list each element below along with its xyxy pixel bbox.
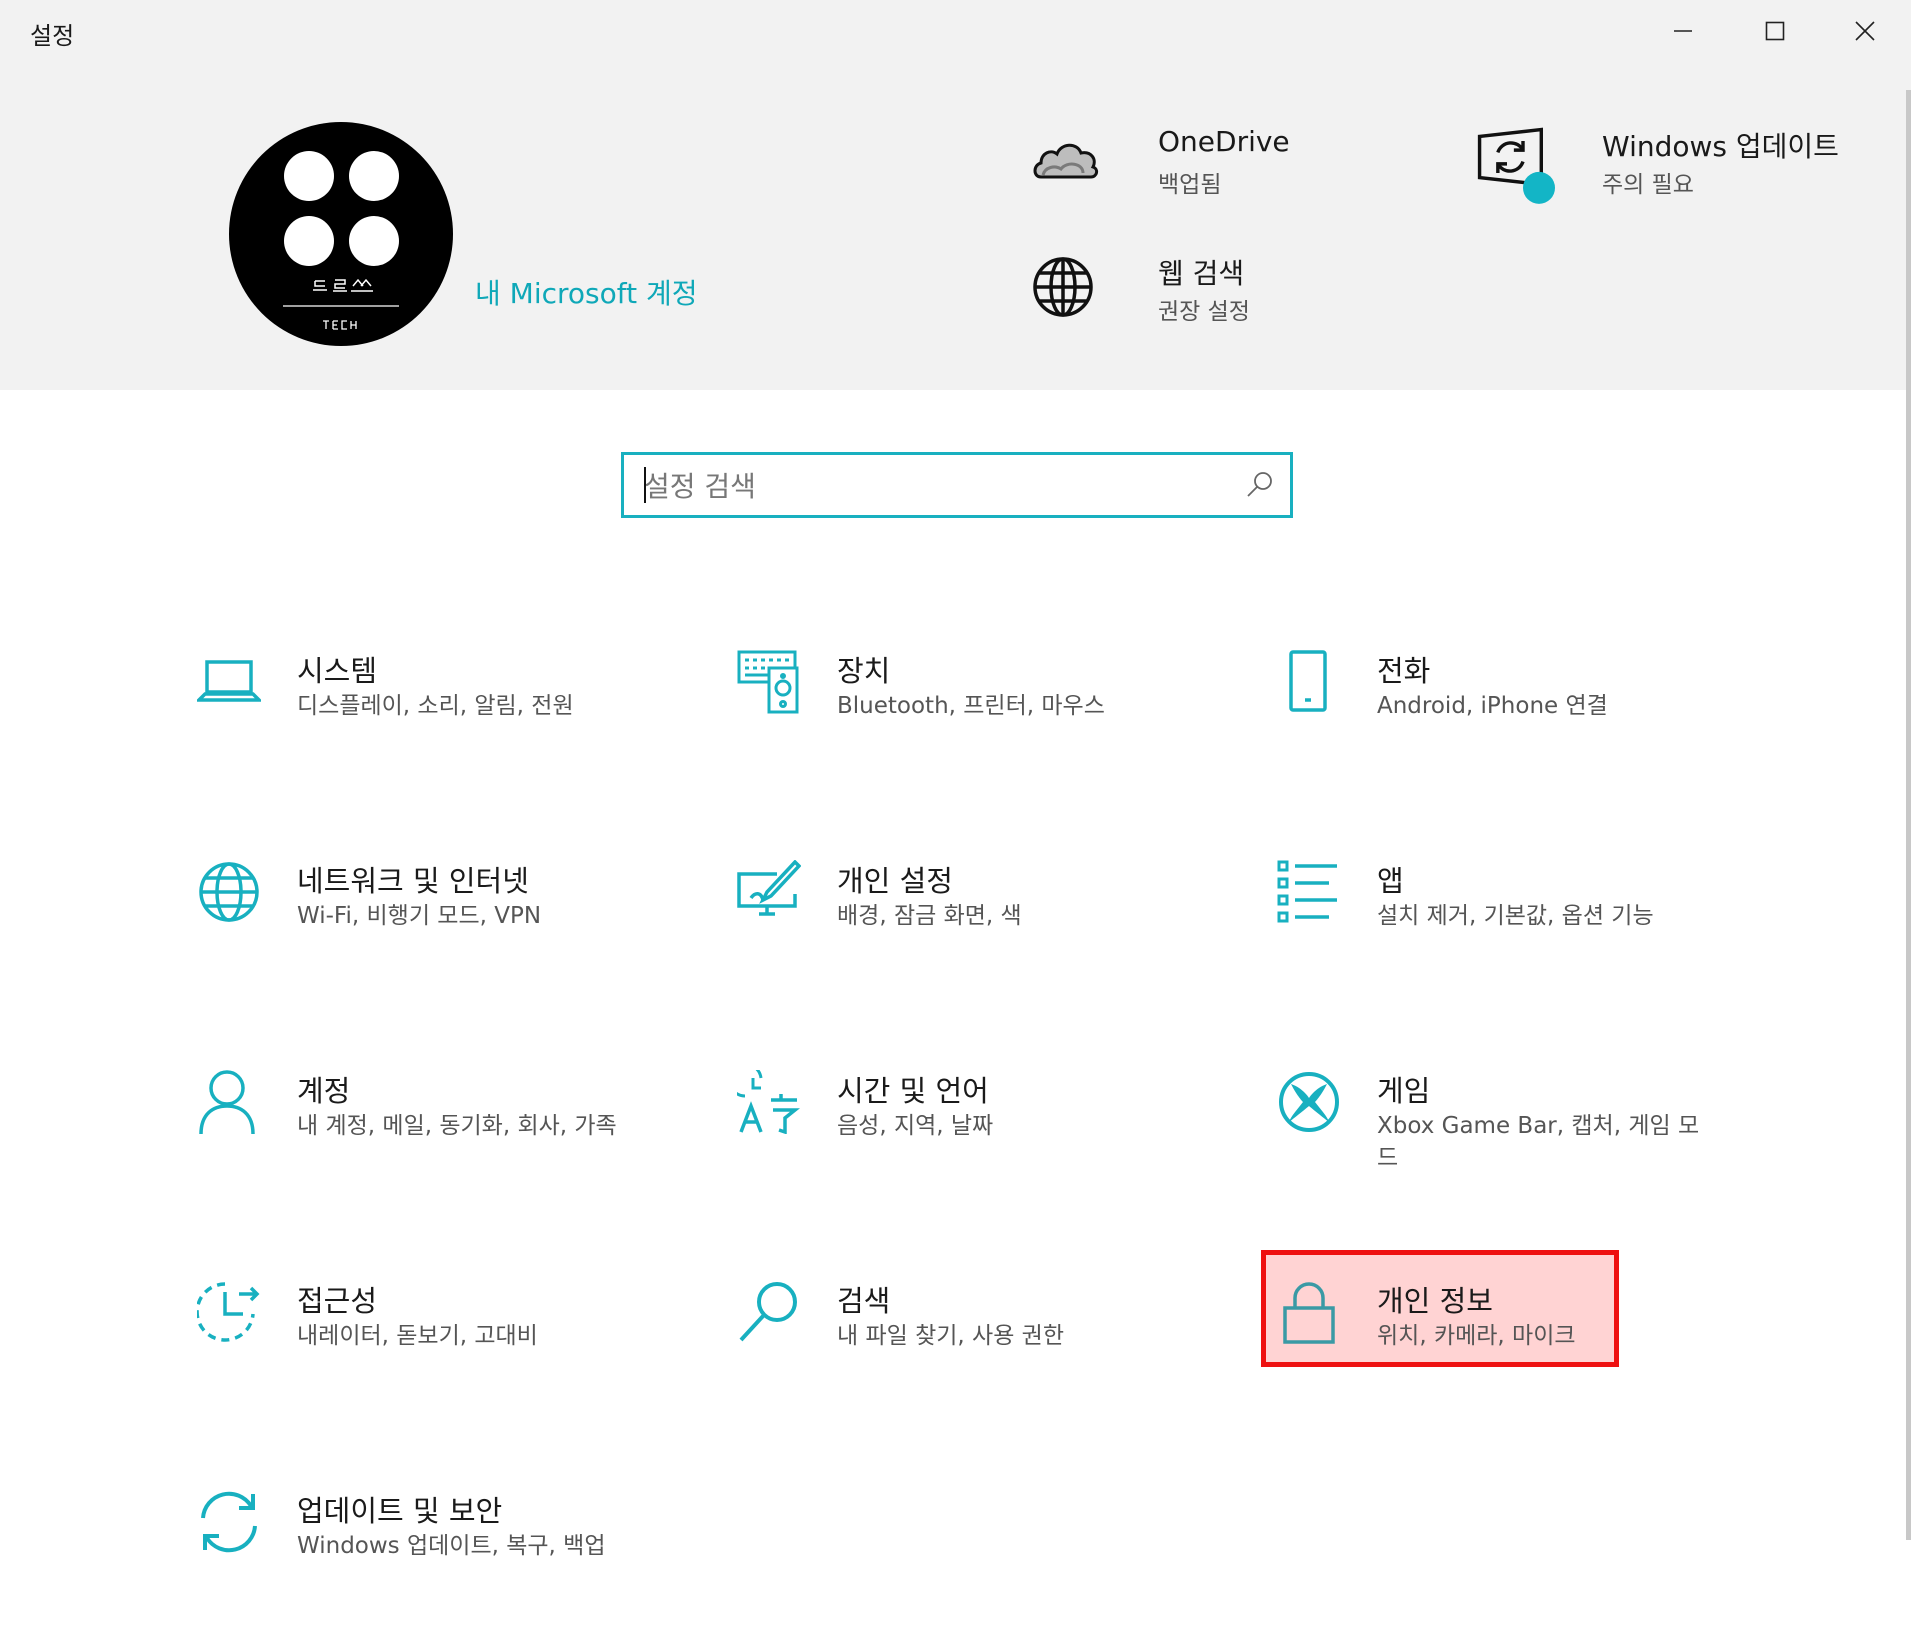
- minimize-button[interactable]: [1637, 0, 1729, 62]
- tile-subtitle: 내 파일 찾기, 사용 권한: [837, 1323, 1064, 1349]
- tile-title: 업데이트 및 보안: [297, 1494, 503, 1528]
- tile-search[interactable]: 검색 내 파일 찾기, 사용 권한: [737, 1278, 1207, 1428]
- tile-personalization[interactable]: 개인 설정 배경, 잠금 화면, 색: [737, 858, 1207, 1008]
- globe-icon: [1033, 257, 1093, 317]
- tile-subtitle: Windows 업데이트, 복구, 백업: [297, 1533, 606, 1559]
- web-search-title: 웹 검색: [1158, 257, 1245, 290]
- tile-title: 접근성: [297, 1284, 378, 1318]
- web-search-status: 권장 설정: [1158, 299, 1250, 325]
- microsoft-account-link[interactable]: 내 Microsoft 계정: [475, 272, 698, 312]
- tile-subtitle: Wi-Fi, 비행기 모드, VPN: [297, 903, 542, 929]
- tile-title: 시스템: [297, 654, 378, 688]
- tile-title: 게임: [1377, 1074, 1431, 1108]
- window-title: 설정: [30, 22, 75, 50]
- tile-system[interactable]: 시스템 디스플레이, 소리, 알림, 전원: [197, 648, 667, 798]
- tile-accessibility[interactable]: 접근성 내레이터, 돋보기, 고대비: [197, 1278, 667, 1428]
- windows-update-status: 주의 필요: [1602, 172, 1694, 198]
- xbox-icon: [1279, 1072, 1339, 1132]
- tile-title: 검색: [837, 1284, 891, 1318]
- tile-title: 개인 설정: [837, 864, 953, 898]
- title-bar: 설정: [0, 0, 1911, 62]
- text-caret: [644, 467, 646, 503]
- update-status-badge: [1523, 171, 1555, 204]
- tile-devices[interactable]: 장치 Bluetooth, 프린터, 마우스: [737, 648, 1207, 798]
- tile-title: 계정: [297, 1074, 351, 1108]
- tile-subtitle: Android, iPhone 연결: [1377, 693, 1608, 719]
- tile-gaming[interactable]: 게임 Xbox Game Bar, 캡처, 게임 모드: [1277, 1068, 1747, 1218]
- windows-update-icon: [1477, 127, 1555, 204]
- profile-logo-icon: [283, 151, 399, 330]
- tile-title: 네트워크 및 인터넷: [297, 864, 529, 898]
- cloud-icon: [1033, 143, 1099, 179]
- tile-subtitle: 음성, 지역, 날짜: [837, 1113, 994, 1139]
- tile-subtitle: 내 계정, 메일, 동기화, 회사, 가족: [297, 1113, 617, 1139]
- onedrive-status: 백업됨: [1158, 172, 1222, 198]
- close-button[interactable]: [1819, 0, 1911, 62]
- tile-subtitle: 위치, 카메라, 마이크: [1377, 1323, 1576, 1349]
- person-icon: [199, 1070, 255, 1134]
- laptop-icon: [197, 660, 261, 702]
- tile-subtitle: 배경, 잠금 화면, 색: [837, 903, 1022, 929]
- tile-apps[interactable]: 앱 설치 제거, 기본값, 옵션 기능: [1277, 858, 1747, 1008]
- windows-update-title: Windows 업데이트: [1602, 130, 1839, 163]
- tile-subtitle: Bluetooth, 프린터, 마우스: [837, 693, 1105, 719]
- tile-privacy[interactable]: 개인 정보 위치, 카메라, 마이크: [1277, 1278, 1747, 1428]
- keyboard-speaker-icon: [737, 650, 799, 714]
- app-list-icon: [1277, 860, 1337, 923]
- globe-icon: [199, 862, 259, 922]
- tile-title: 시간 및 언어: [837, 1074, 989, 1108]
- maximize-button[interactable]: [1729, 0, 1821, 62]
- ease-of-access-icon: [197, 1282, 260, 1342]
- maximize-icon: [1765, 21, 1785, 41]
- tile-network[interactable]: 네트워크 및 인터넷 Wi-Fi, 비행기 모드, VPN: [197, 858, 667, 1008]
- tile-accounts[interactable]: 계정 내 계정, 메일, 동기화, 회사, 가족: [197, 1068, 667, 1218]
- settings-search[interactable]: [621, 452, 1293, 518]
- close-icon: [1855, 21, 1875, 41]
- scrollbar[interactable]: [1906, 90, 1911, 1540]
- tile-phone[interactable]: 전화 Android, iPhone 연결: [1277, 648, 1747, 798]
- tile-subtitle: 설치 제거, 기본값, 옵션 기능: [1377, 903, 1654, 929]
- tile-subtitle: Xbox Game Bar, 캡처, 게임 모드: [1377, 1113, 1700, 1171]
- onedrive-title: OneDrive: [1158, 125, 1290, 158]
- magnifier-icon: [739, 1282, 797, 1342]
- phone-icon: [1289, 650, 1327, 712]
- tile-title: 전화: [1377, 654, 1431, 688]
- tile-subtitle: 내레이터, 돋보기, 고대비: [297, 1323, 538, 1349]
- tile-subtitle: 디스플레이, 소리, 알림, 전원: [297, 693, 574, 719]
- sync-icon: [201, 1491, 257, 1553]
- search-icon[interactable]: [1244, 469, 1276, 501]
- tile-time-language[interactable]: 시간 및 언어 음성, 지역, 날짜: [737, 1068, 1207, 1218]
- minimize-icon: [1674, 30, 1692, 32]
- time-language-icon: [737, 1070, 800, 1134]
- paint-brush-screen-icon: [737, 860, 801, 916]
- tile-title: 개인 정보: [1377, 1284, 1493, 1318]
- search-input[interactable]: [642, 455, 1236, 517]
- tile-title: 앱: [1377, 864, 1404, 898]
- avatar: [229, 122, 453, 346]
- lock-icon: [1283, 1282, 1335, 1344]
- tile-title: 장치: [837, 654, 891, 688]
- tile-update-security[interactable]: 업데이트 및 보안 Windows 업데이트, 복구, 백업: [197, 1488, 667, 1638]
